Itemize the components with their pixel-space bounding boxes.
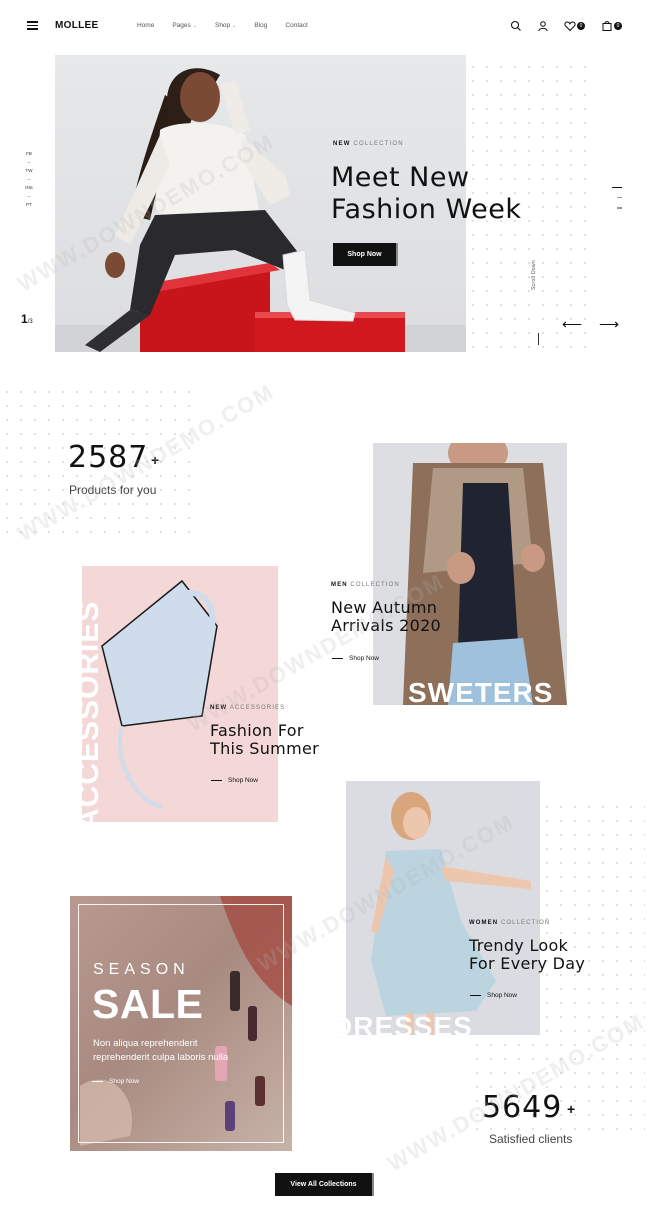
sale-description: Non aliqua reprehenderit reprehenderit c…: [93, 1038, 229, 1063]
social-divider: –: [27, 159, 31, 165]
sale-label: SALE: [92, 981, 204, 1027]
accessories-title: Fashion For This Summer: [210, 721, 319, 758]
social-instagram[interactable]: INS: [24, 184, 34, 193]
prev-slide-arrow[interactable]: ⟵: [562, 317, 582, 331]
scroll-down-label[interactable]: Scroll Down: [531, 260, 537, 290]
chevron-down-icon: ⌄: [232, 23, 237, 29]
slide-counter: 1/3: [21, 312, 33, 326]
heart-icon[interactable]: [564, 20, 576, 32]
clients-label: Satisfied clients: [489, 1132, 573, 1146]
social-pinterest[interactable]: PT: [24, 201, 34, 210]
women-shop-now-link[interactable]: Shop Now: [470, 992, 517, 999]
dash-line: [332, 657, 343, 660]
men-collection-tag: MEN COLLECTION: [331, 582, 400, 588]
cart-count-badge: 0: [614, 22, 622, 30]
nav-item-contact[interactable]: Contact: [285, 22, 307, 29]
slider-dot-active[interactable]: [612, 187, 622, 189]
social-links: FB – TW – INS – PT: [24, 150, 34, 210]
chevron-down-icon: ⌄: [192, 23, 197, 29]
wishlist-count-badge: 0: [577, 22, 585, 30]
accessories-word: ACCESSORIES: [72, 600, 105, 830]
dash-line: [211, 779, 222, 782]
scroll-line: [538, 333, 539, 345]
hero-tag: NEW COLLECTION: [333, 141, 404, 147]
view-all-collections-button[interactable]: View All Collections: [275, 1173, 374, 1196]
nav-item-pages[interactable]: Pages ⌄: [172, 22, 197, 29]
slider-dot[interactable]: [617, 207, 622, 209]
social-twitter[interactable]: TW: [24, 167, 34, 176]
men-collection-title: New Autumn Arrivals 2020: [331, 598, 442, 635]
women-collection-tag: WOMEN COLLECTION: [469, 920, 551, 926]
women-collection-title: Trendy Look For Every Day: [469, 936, 586, 973]
men-shop-now-link[interactable]: Shop Now: [332, 655, 379, 662]
accessories-shop-now-link[interactable]: Shop Now: [211, 777, 258, 784]
men-model-illustration: [373, 443, 567, 705]
nav-item-home[interactable]: Home: [137, 22, 154, 29]
nav-item-blog[interactable]: Blog: [254, 22, 267, 29]
social-facebook[interactable]: FB: [24, 150, 34, 159]
clients-count: 5649: [482, 1090, 563, 1125]
next-slide-arrow[interactable]: ⟶: [599, 317, 619, 331]
slider-dot[interactable]: [617, 197, 622, 199]
products-label: Products for you: [69, 483, 157, 497]
social-divider: –: [27, 193, 31, 199]
sweaters-word: SWETERS: [408, 677, 554, 708]
season-sale-banner[interactable]: SEASON SALE Non aliqua reprehenderit rep…: [70, 896, 292, 1151]
clients-plus: +: [567, 1101, 576, 1117]
cart-icon[interactable]: [601, 20, 613, 32]
dresses-word: DRESSES: [332, 1011, 473, 1042]
accessories-tag: NEW ACCESSORIES: [210, 705, 286, 711]
dash-line: [470, 994, 481, 997]
slider-pagination: [612, 187, 622, 218]
main-nav: Home Pages ⌄ Shop ⌄ Blog Contact: [137, 22, 326, 29]
site-header: MOLLEE Home Pages ⌄ Shop ⌄ Blog Contact 0 …: [0, 0, 650, 54]
user-icon[interactable]: [537, 20, 549, 32]
menu-icon[interactable]: [27, 21, 38, 30]
products-plus: +: [151, 452, 160, 468]
products-count: 2587: [68, 440, 149, 475]
hero-shop-now-button[interactable]: Shop Now: [333, 243, 398, 266]
hero-title: Meet New Fashion Week: [331, 162, 522, 225]
logo[interactable]: MOLLEE: [55, 20, 98, 31]
men-collection-image[interactable]: [373, 443, 567, 705]
sale-shop-now-link[interactable]: Shop Now: [92, 1078, 139, 1085]
search-icon[interactable]: [510, 20, 522, 32]
nav-item-shop[interactable]: Shop ⌄: [215, 22, 236, 29]
dash-line: [92, 1080, 103, 1083]
social-divider: –: [27, 176, 31, 182]
season-label: SEASON: [93, 961, 190, 978]
